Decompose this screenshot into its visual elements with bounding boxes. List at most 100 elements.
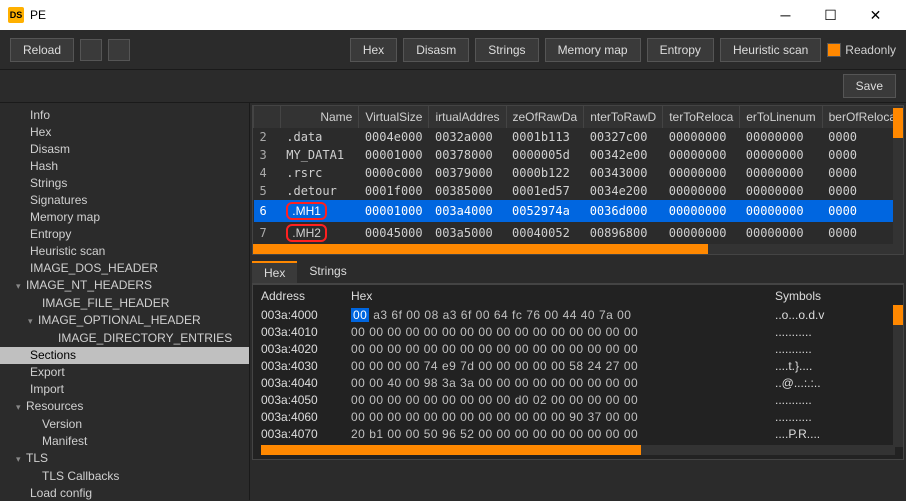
- tree-item-image-directory-entries[interactable]: IMAGE_DIRECTORY_ENTRIES: [0, 330, 249, 347]
- hex-row[interactable]: 003a:400000 a3 6f 00 08 a3 6f 00 64 fc 7…: [261, 307, 895, 324]
- tree-item-manifest[interactable]: Manifest: [0, 433, 249, 450]
- hex-ascii: ..o...o.d.v: [775, 307, 895, 324]
- cell: 0032a000: [429, 128, 506, 146]
- entropy-button[interactable]: Entropy: [647, 38, 714, 62]
- app-icon: DS: [8, 7, 24, 23]
- cell: 2: [254, 128, 281, 146]
- tree-item-tls-callbacks[interactable]: TLS Callbacks: [0, 468, 249, 485]
- cell: 0000: [822, 128, 902, 146]
- tree-item-load-config[interactable]: Load config: [0, 485, 249, 500]
- disasm-button[interactable]: Disasm: [403, 38, 469, 62]
- cell: 003a5000: [429, 222, 506, 244]
- readonly-toggle[interactable]: Readonly: [827, 43, 896, 57]
- maximize-button[interactable]: ☐: [808, 0, 853, 30]
- cell: 00378000: [429, 146, 506, 164]
- col-VirtualSize[interactable]: VirtualSize: [359, 106, 429, 128]
- col-berOfReloca[interactable]: berOfReloca: [822, 106, 902, 128]
- section-row[interactable]: 2.data0004e0000032a0000001b11300327c0000…: [254, 128, 903, 146]
- tree-item-label: Export: [30, 365, 65, 379]
- heuristic-button[interactable]: Heuristic scan: [720, 38, 821, 62]
- toolbar-square-1[interactable]: [80, 39, 102, 61]
- tab-strings[interactable]: Strings: [297, 261, 358, 283]
- tree-item-info[interactable]: Info: [0, 107, 249, 124]
- tree-item-import[interactable]: Import: [0, 381, 249, 398]
- sections-table[interactable]: NameVirtualSizeirtualAddreszeOfRawDanter…: [253, 106, 903, 244]
- tree-item-hash[interactable]: Hash: [0, 158, 249, 175]
- minimize-button[interactable]: ─: [763, 0, 808, 30]
- col-Name[interactable]: Name: [280, 106, 359, 128]
- hex-row[interactable]: 003a:404000 00 40 00 98 3a 3a 00 00 00 0…: [261, 375, 895, 392]
- tree-item-export[interactable]: Export: [0, 364, 249, 381]
- hex-address: 003a:4050: [261, 392, 351, 409]
- reload-button[interactable]: Reload: [10, 38, 74, 62]
- tab-hex[interactable]: Hex: [252, 261, 297, 283]
- hex-button[interactable]: Hex: [350, 38, 397, 62]
- col-nterToRawD[interactable]: nterToRawD: [584, 106, 663, 128]
- hex-row[interactable]: 003a:402000 00 00 00 00 00 00 00 00 00 0…: [261, 341, 895, 358]
- tree-item-heuristic-scan[interactable]: Heuristic scan: [0, 243, 249, 260]
- sidebar-tree[interactable]: InfoHexDisasm Hash StringsSignaturesMemory…: [0, 103, 250, 500]
- col-index[interactable]: [254, 106, 281, 128]
- close-button[interactable]: ✕: [853, 0, 898, 30]
- tree-item-image-nt-headers[interactable]: ▾IMAGE_NT_HEADERS: [0, 277, 249, 295]
- tree-item-memory-map[interactable]: Memory map: [0, 209, 249, 226]
- section-row[interactable]: 7.MH200045000003a50000004005200896800000…: [254, 222, 903, 244]
- toolbar-square-2[interactable]: [108, 39, 130, 61]
- hex-row[interactable]: 003a:407020 b1 00 00 50 96 52 00 00 00 0…: [261, 426, 895, 443]
- hex-vscroll[interactable]: [893, 305, 903, 447]
- tree-item-label: Version: [42, 417, 82, 431]
- hex-address: 003a:4070: [261, 426, 351, 443]
- sections-hscroll[interactable]: [253, 244, 903, 254]
- col-erToLinenum[interactable]: erToLinenum: [740, 106, 822, 128]
- tree-item-strings[interactable]: Strings: [0, 175, 249, 192]
- col-zeOfRawDa[interactable]: zeOfRawDa: [506, 106, 584, 128]
- cell: 5: [254, 182, 281, 200]
- tree-item-label: Disasm: [30, 142, 70, 156]
- hex-ascii: ....t.}....: [775, 358, 895, 375]
- hex-hscroll[interactable]: [261, 445, 895, 455]
- tree-item-entropy[interactable]: Entropy: [0, 226, 249, 243]
- hex-row[interactable]: 003a:401000 00 00 00 00 00 00 00 00 00 0…: [261, 324, 895, 341]
- tree-arrow-icon: ▾: [16, 452, 26, 467]
- section-row[interactable]: 4.rsrc0000c000003790000000b1220034300000…: [254, 164, 903, 182]
- section-row[interactable]: 3MY_DATA100001000003780000000005d00342e0…: [254, 146, 903, 164]
- tree-arrow-icon: ▾: [16, 400, 26, 415]
- cell: 00000000: [740, 128, 822, 146]
- hex-row[interactable]: 003a:403000 00 00 00 74 e9 7d 00 00 00 0…: [261, 358, 895, 375]
- tree-item-version[interactable]: Version: [0, 416, 249, 433]
- strings-button[interactable]: Strings: [475, 38, 538, 62]
- window-title: PE: [30, 8, 763, 22]
- hex-view[interactable]: Address Hex Symbols 003a:400000 a3 6f 00…: [252, 284, 904, 460]
- tree-item-image-dos-header[interactable]: IMAGE_DOS_HEADER: [0, 260, 249, 277]
- tree-item-sections[interactable]: Sections: [0, 347, 249, 364]
- tree-item-image-file-header[interactable]: IMAGE_FILE_HEADER: [0, 295, 249, 312]
- memorymap-button[interactable]: Memory map: [545, 38, 641, 62]
- tree-item-label: Hash: [30, 159, 58, 173]
- cell: 00000000: [663, 146, 740, 164]
- save-button[interactable]: Save: [843, 74, 896, 98]
- hex-row[interactable]: 003a:406000 00 00 00 00 00 00 00 00 00 0…: [261, 409, 895, 426]
- tree-item-label: Import: [30, 382, 64, 396]
- cell: 0000c000: [359, 164, 429, 182]
- cell: 0000: [822, 222, 902, 244]
- hex-row[interactable]: 003a:405000 00 00 00 00 00 00 00 00 d0 0…: [261, 392, 895, 409]
- tree-item-tls[interactable]: ▾TLS: [0, 450, 249, 468]
- tree-item-signatures[interactable]: Signatures: [0, 192, 249, 209]
- section-row[interactable]: 6.MH100001000003a40000052974a0036d000000…: [254, 200, 903, 222]
- cell: 0000b122: [506, 164, 584, 182]
- section-row[interactable]: 5.detour0001f000003850000001ed570034e200…: [254, 182, 903, 200]
- tree-item-label: Sections: [30, 348, 76, 362]
- tree-item-disasm[interactable]: Disasm: [0, 141, 249, 158]
- hex-bytes: 00 00 40 00 98 3a 3a 00 00 00 00 00 00 0…: [351, 375, 775, 392]
- col-terToReloca[interactable]: terToReloca: [663, 106, 740, 128]
- cell: 00000000: [740, 164, 822, 182]
- cell: 4: [254, 164, 281, 182]
- tree-arrow-icon: ▾: [28, 314, 38, 329]
- tree-item-hex[interactable]: Hex: [0, 124, 249, 141]
- col-irtualAddres[interactable]: irtualAddres: [429, 106, 506, 128]
- cell: 0000: [822, 164, 902, 182]
- tree-item-image-optional-header[interactable]: ▾IMAGE_OPTIONAL_HEADER: [0, 312, 249, 330]
- sections-vscroll[interactable]: [893, 106, 903, 244]
- cell: 0000005d: [506, 146, 584, 164]
- tree-item-resources[interactable]: ▾Resources: [0, 398, 249, 416]
